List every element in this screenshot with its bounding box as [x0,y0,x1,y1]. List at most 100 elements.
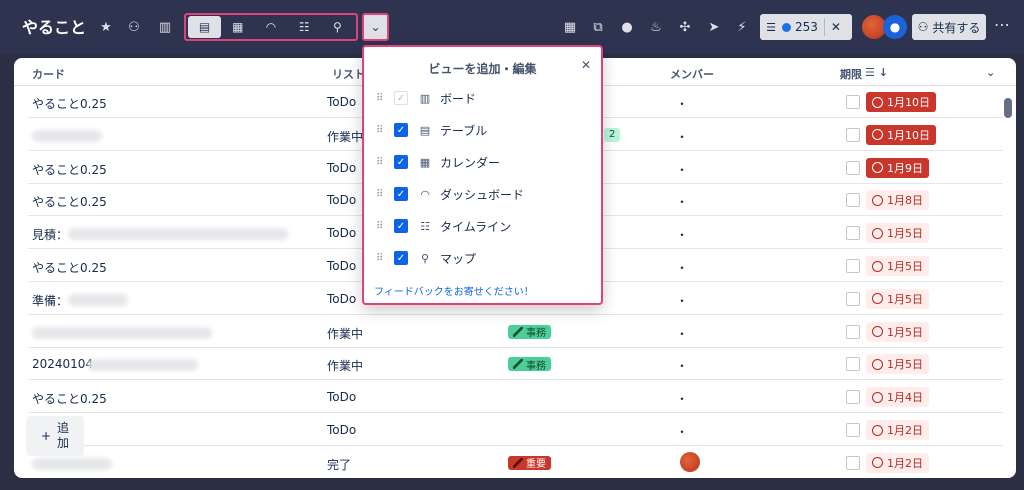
list-name[interactable]: ToDo [327,226,356,240]
table-row[interactable]: 完了 重要 1月2日 [28,447,1003,478]
due-date-badge[interactable]: 1月5日 [866,321,929,342]
automation-icon[interactable]: ⚡ [730,15,754,39]
due-complete-checkbox[interactable] [846,127,860,142]
list-name[interactable]: 作業中 [327,325,363,342]
list-name[interactable]: ToDo [327,292,356,306]
view-option[interactable]: ⠿ ✓ ▦ カレンダー [376,149,591,175]
due-date-badge[interactable]: 1月9日 [866,157,929,178]
due-date-badge[interactable]: 1月10日 [866,92,936,112]
list-name[interactable]: ToDo [327,95,356,109]
drag-handle-icon[interactable]: ⠿ [376,125,386,136]
timeline-view-icon[interactable]: ☷ [288,16,321,38]
label-chip[interactable]: 事務 [508,324,551,339]
card-name[interactable]: やること0.25 [32,161,107,178]
drag-handle-icon[interactable]: ⠿ [376,221,386,232]
github-icon[interactable]: ● [615,15,639,39]
table-row[interactable]: 20240104 作業中 事務 ・ 1月5日 [28,348,1003,381]
due-complete-checkbox[interactable] [846,423,860,437]
due-date-badge[interactable]: 1月5日 [866,223,929,244]
more-views-button[interactable]: ⌄ [362,13,389,41]
label-chip[interactable]: 2 [604,127,621,142]
list-name[interactable]: 完了 [327,456,351,473]
member-placeholder[interactable]: ・ [676,226,688,243]
member-placeholder[interactable]: ・ [676,128,688,145]
list-name[interactable]: 作業中 [327,357,363,374]
table-row[interactable]: やること0.25 ToDo ・ 1月4日 [28,381,1003,414]
calendar-view-icon[interactable]: ▦ [221,16,254,38]
view-option[interactable]: ⠿ ✓ ☷ タイムライン [376,213,591,239]
drag-handle-icon[interactable]: ⠿ [376,157,386,168]
due-date-badge[interactable]: 1月4日 [866,387,929,408]
member-placeholder[interactable]: ・ [676,325,688,342]
feedback-link[interactable]: フィードバックをお寄せください！ [374,283,534,298]
list-name[interactable]: 作業中 [327,128,363,145]
avatar[interactable]: ● [883,15,907,39]
list-name[interactable]: ToDo [327,259,356,273]
powerup-icon[interactable]: ♨ [644,15,668,39]
member-placeholder[interactable]: ・ [676,390,688,407]
clear-filter-icon[interactable]: ✕ [831,20,841,34]
member-placeholder[interactable]: ・ [676,193,688,210]
view-option[interactable]: ⠿ ✓ ⚲ マップ [376,245,591,271]
due-date-badge[interactable]: 1月5日 [866,256,929,276]
list-name[interactable]: ToDo [327,161,356,175]
card-name[interactable]: 準備： [32,292,68,309]
view-checkbox[interactable]: ✓ [394,187,408,201]
close-icon[interactable]: ✕ [581,58,591,72]
card-name[interactable]: やること0.25 [32,390,107,407]
label-chip[interactable]: 重要 [508,455,551,470]
due-complete-checkbox[interactable] [846,160,860,175]
share-button[interactable]: ⚇ 共有する [912,14,986,40]
due-date-badge[interactable]: 1月10日 [866,124,936,145]
member-placeholder[interactable]: ・ [676,292,688,309]
column-header-list[interactable]: リスト [332,66,365,82]
member-placeholder[interactable]: ・ [676,95,688,112]
card-powerup-icon[interactable]: ⧉ [586,15,610,39]
card-name[interactable]: やること0.25 [32,193,107,210]
slack-icon[interactable]: ✣ [673,15,697,39]
map-view-icon[interactable]: ⚲ [321,16,354,38]
scrollbar-thumb[interactable] [1004,98,1012,118]
star-icon[interactable]: ★ [94,15,118,39]
due-date-badge[interactable]: 1月2日 [866,420,929,440]
due-complete-checkbox[interactable] [846,357,860,372]
card-name[interactable]: 見積： [32,226,68,243]
view-checkbox[interactable]: ✓ [394,123,408,137]
member-placeholder[interactable]: ・ [676,259,688,276]
member-placeholder[interactable]: ・ [676,423,688,440]
member-placeholder[interactable]: ・ [676,357,688,374]
column-header-card[interactable]: カード [32,66,65,82]
label-chip[interactable]: 事務 [508,357,551,372]
calendar-powerup-icon[interactable]: ▦ [558,15,582,39]
list-name[interactable]: ToDo [327,193,356,207]
card-name[interactable]: やること0.25 [32,95,107,112]
board-view-icon[interactable]: ▥ [153,15,177,39]
due-date-badge[interactable]: 1月5日 [866,288,929,309]
table-row[interactable]: 25ToDo・1月2日 [28,414,1003,446]
list-name[interactable]: ToDo [327,390,356,404]
view-option[interactable]: ⠿ ✓ ▤ テーブル [376,117,591,143]
member-placeholder[interactable]: ・ [676,161,688,178]
drag-handle-icon[interactable]: ⠿ [376,93,386,104]
avatar[interactable] [680,451,700,472]
view-checkbox[interactable]: ✓ [394,219,408,233]
card-name[interactable]: やること0.25 [32,259,107,276]
drag-handle-icon[interactable]: ⠿ [376,253,386,264]
add-card-button[interactable]: + 追 加 [26,416,84,456]
due-complete-checkbox[interactable] [846,226,860,241]
view-option[interactable]: ⠿ ✓ ▥ ボード [376,85,591,111]
table-row[interactable]: 作業中 事務 ・ 1月5日 [28,316,1003,348]
sort-filter-icon[interactable]: ☰ ↓ [865,66,888,79]
drag-handle-icon[interactable]: ⠿ [376,189,386,200]
more-options-icon[interactable]: ⋯ [994,15,1010,34]
column-header-members[interactable]: メンバー [670,66,714,82]
column-options-chevron-icon[interactable]: ⌄ [986,66,995,79]
workspace-visibility-icon[interactable]: ⚇ [122,15,146,39]
due-complete-checkbox[interactable] [846,455,860,470]
column-header-due[interactable]: 期限 [840,66,862,82]
due-date-badge[interactable]: 1月5日 [866,354,929,375]
table-view-icon[interactable]: ▤ [188,16,222,38]
filter-button[interactable]: ☰ 253 ✕ [760,14,852,40]
list-name[interactable]: ToDo [327,423,356,437]
due-date-badge[interactable]: 1月8日 [866,190,929,211]
